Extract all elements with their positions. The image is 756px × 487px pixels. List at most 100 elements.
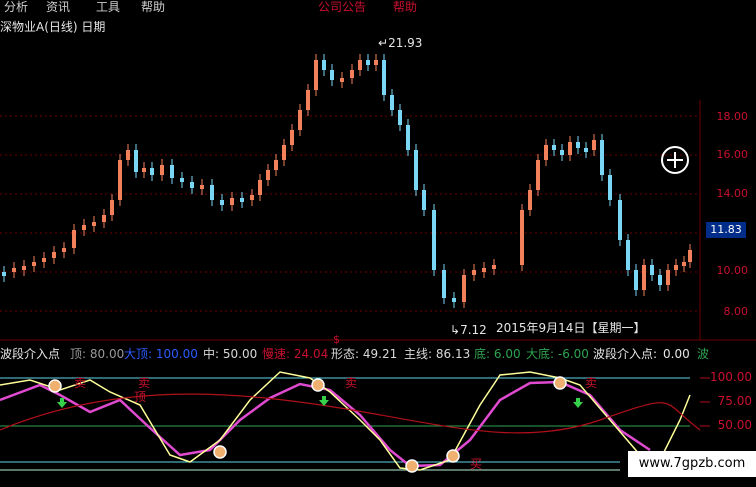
candle-body [180, 178, 184, 182]
candle-body [340, 78, 344, 82]
price-label-10: 10.00 [716, 264, 749, 277]
candle-body [414, 150, 418, 190]
candle-body [634, 270, 638, 290]
candle-body [274, 160, 278, 170]
candle-body [290, 130, 294, 145]
candle-body [666, 270, 670, 285]
osc-label-50: 50.00 [717, 418, 752, 432]
sell-signal-3: 卖 [345, 376, 358, 390]
candle-body [92, 222, 96, 226]
candle-body [266, 170, 270, 180]
candle-body [134, 150, 138, 172]
watermark: www.7gpzb.com [628, 451, 756, 477]
candle-body [190, 182, 194, 188]
current-price-badge: 11.83 [706, 222, 746, 238]
candle-body [306, 90, 310, 110]
candle-body [210, 185, 214, 200]
candle-body [422, 190, 426, 210]
candle-body [110, 200, 114, 215]
candle-body [330, 70, 334, 80]
candle-body [220, 200, 224, 205]
high-price-label: ↵21.93 [378, 36, 423, 50]
sell-signal-4: 卖 [585, 376, 598, 390]
signal-dot [311, 378, 325, 392]
candle-body [398, 110, 402, 125]
indicator-name: 波段介入点 [0, 347, 61, 361]
candle-body [584, 148, 588, 152]
candle-body [544, 145, 548, 160]
indicator-right-value: 0.00 [663, 347, 690, 361]
price-label-16: 16.00 [716, 148, 749, 161]
indicator-item-mid: 中: 50.00 [203, 347, 258, 361]
candle-body [472, 270, 476, 275]
indicator-item-bigtop: 大顶: 100.00 [124, 347, 198, 361]
signal-dot [446, 449, 460, 463]
candle-body [82, 225, 86, 230]
price-label-18: 18.00 [716, 110, 749, 123]
indicator-item-bigbottom: 大底: -6.00 [526, 347, 589, 361]
candle-body [682, 262, 686, 266]
candle-body [552, 145, 556, 150]
candle-body [230, 198, 234, 205]
signal-dot [405, 459, 419, 473]
candle-body [452, 298, 456, 302]
osc-label-100: 100.00 [710, 370, 752, 384]
candle-body [560, 150, 564, 155]
down-arrow-icon [573, 398, 583, 408]
candle-body [200, 185, 204, 189]
indicator-item-slow: 慢速: 24.04 [262, 347, 329, 361]
candle-body [170, 165, 174, 178]
candle-body [642, 265, 646, 290]
candle-body [576, 142, 580, 148]
candle-body [608, 175, 612, 200]
candle-body [536, 160, 540, 190]
candle-body [650, 265, 654, 275]
candle-body [374, 60, 378, 65]
candle-body [142, 168, 146, 172]
signal-dot [553, 376, 567, 390]
candle-body [592, 140, 596, 150]
indicator-item-top: 顶: 80.00 [70, 347, 125, 361]
crosshair-icon[interactable] [661, 146, 689, 174]
candle-body [492, 265, 496, 269]
candle-body [258, 180, 262, 195]
candle-body [528, 190, 532, 210]
candle-body [250, 195, 254, 200]
chart-canvas [0, 54, 756, 473]
candle-body [462, 275, 466, 302]
indicator-right-name: 波段介入点: [593, 347, 658, 361]
candle-body [298, 110, 302, 130]
candle-body [626, 240, 630, 270]
osc-label-75: 75.00 [717, 394, 752, 408]
candle-body [102, 215, 106, 222]
candle-body [520, 210, 524, 265]
indicator-item-bottom: 底: 6.00 [474, 347, 521, 361]
indicator-item-main: 主线: 86.13 [404, 347, 471, 361]
candle-body [568, 142, 572, 155]
candle-body [42, 258, 46, 262]
top-signal: 顶 [134, 390, 147, 404]
signal-dot [48, 379, 62, 393]
candle-body [22, 266, 26, 270]
date-label: 2015年9月14日【星期一】 [496, 321, 646, 335]
candle-body [600, 140, 604, 175]
candle-body [62, 248, 66, 252]
price-label-14: 14.00 [716, 187, 749, 200]
candle-body [358, 60, 362, 70]
price-label-8: 8.00 [723, 305, 749, 318]
candle-body [366, 60, 370, 65]
candle-body [390, 95, 394, 110]
candle-body [406, 125, 410, 150]
candle-body [442, 270, 446, 298]
low-price-label: ↳7.12 [450, 323, 487, 337]
candle-body [674, 265, 678, 270]
candle-body [72, 230, 76, 248]
candle-body [12, 268, 16, 272]
candle-body [482, 268, 486, 272]
indicator-right-suffix: 波 [697, 347, 710, 361]
osc-magenta-line [0, 380, 651, 468]
signal-dot [213, 445, 227, 459]
sell-signal-1: 卖 [74, 376, 87, 390]
candle-body [282, 145, 286, 160]
candle-body [658, 275, 662, 285]
